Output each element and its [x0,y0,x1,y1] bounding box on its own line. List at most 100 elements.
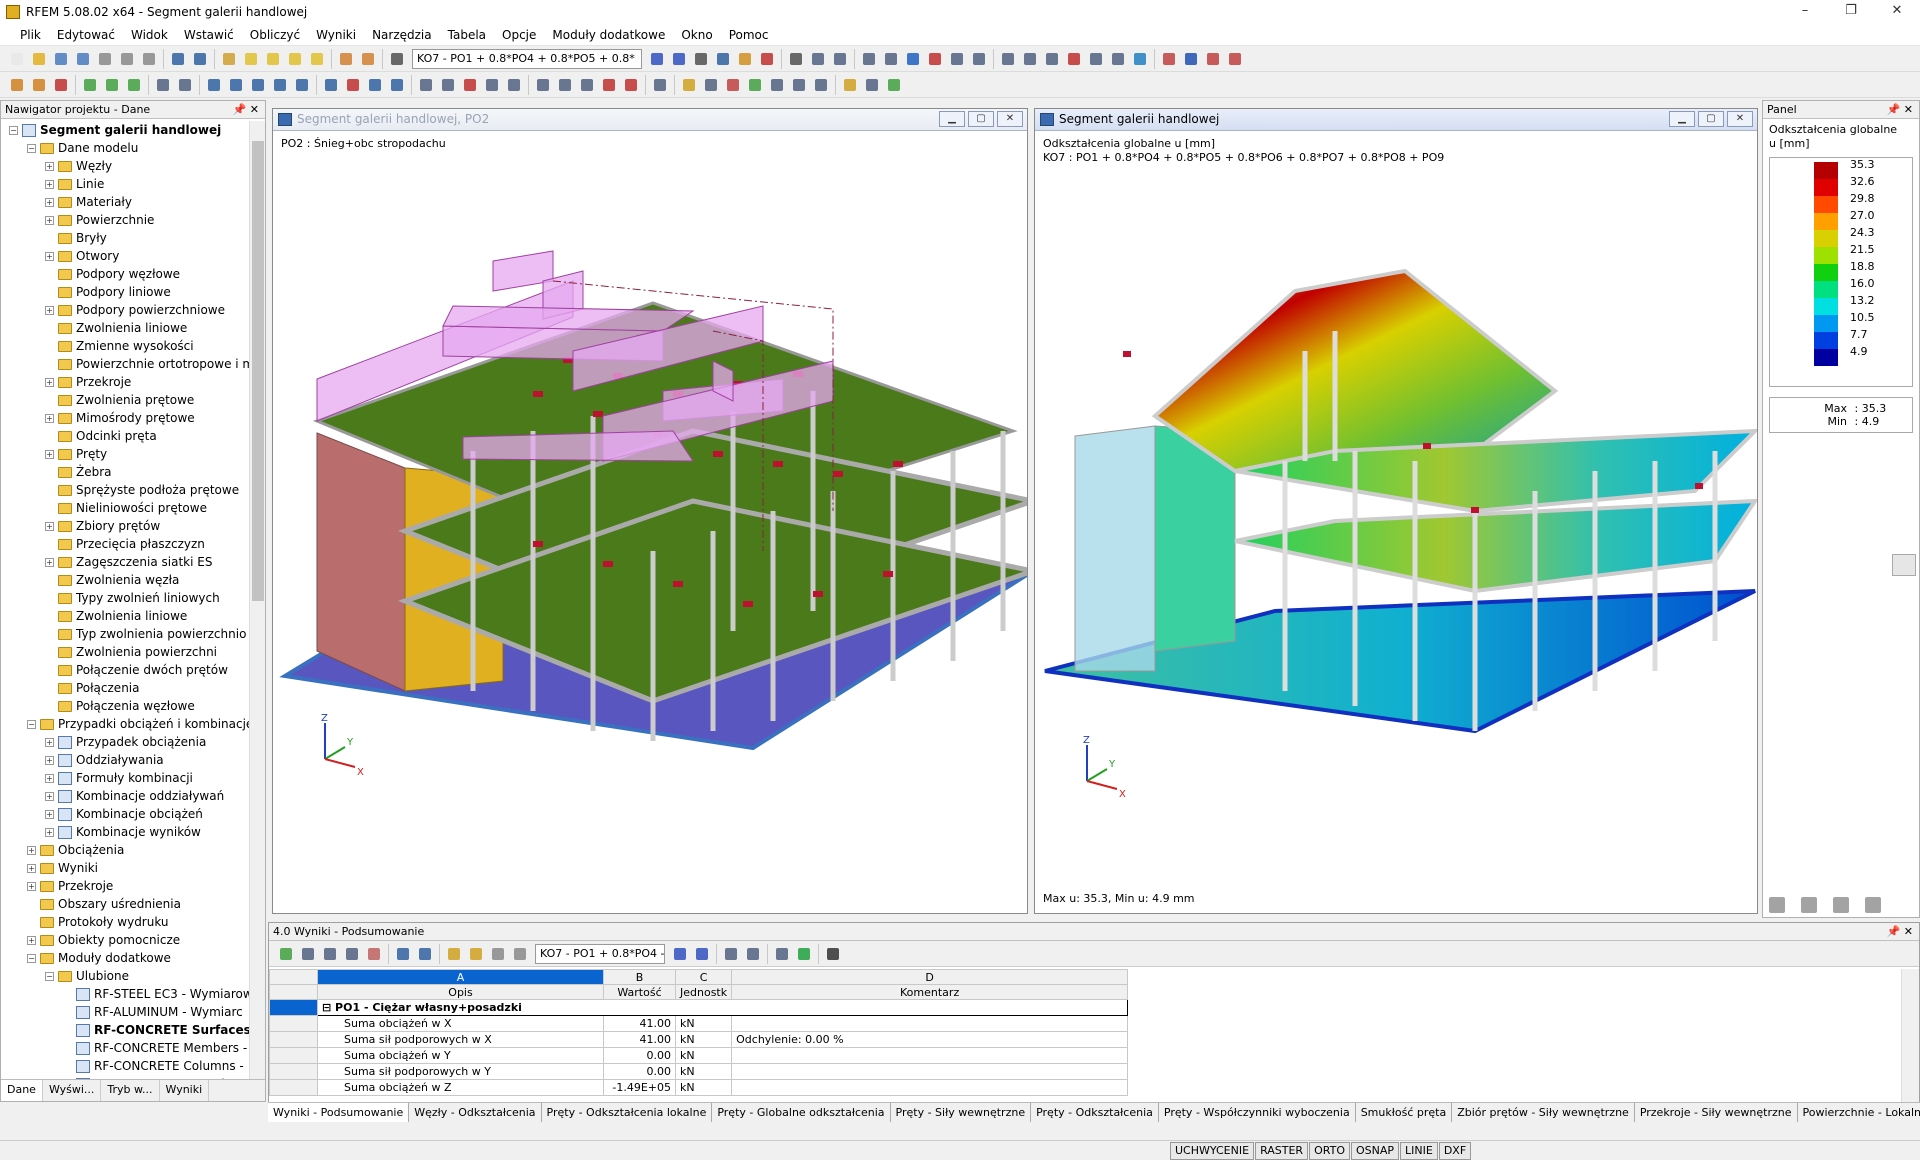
highlight-icon[interactable] [444,944,464,964]
tree-item[interactable]: Bryły [1,229,265,247]
filter-icon[interactable] [298,944,318,964]
legend-icon[interactable] [1865,897,1881,913]
tree-item[interactable]: + Otwory [1,247,265,265]
tab-wyniki[interactable]: Wyniki [160,1080,210,1101]
previous-case-icon[interactable] [670,944,690,964]
node-icon[interactable] [7,75,27,95]
tree-item[interactable]: Podpory liniowe [1,283,265,301]
window-icon[interactable] [307,49,327,69]
save-all-icon[interactable] [73,49,93,69]
view-y-icon[interactable] [903,49,923,69]
tree-item[interactable]: Zwolnienia powierzchni [1,643,265,661]
open-folder-icon[interactable] [29,49,49,69]
expand-toggle-icon[interactable]: − [45,971,54,981]
tree-item[interactable]: Zmienne wysokości [1,337,265,355]
expand-toggle-icon[interactable]: + [27,863,36,873]
status-dxf[interactable]: DXF [1438,1142,1472,1160]
menu-opcje[interactable]: Opcje [494,28,544,42]
table-row[interactable]: Suma obciążeń w Y 0.00 kN [269,1047,1129,1064]
menu-narzedzia[interactable]: Narzędzia [364,28,440,42]
save-icon[interactable] [51,49,71,69]
display-options-icon[interactable] [650,75,670,95]
move-icon[interactable] [1042,49,1062,69]
calculator-icon[interactable] [823,944,843,964]
view-canvas[interactable]: Odkształcenia globalne u [mm] KO7 : PO1 … [1035,131,1757,913]
check-icon[interactable] [884,75,904,95]
tree-item[interactable]: − Segment galerii handlowej [1,121,265,139]
eye-icon[interactable] [735,49,755,69]
link-icon[interactable] [1203,49,1223,69]
wireframe-icon[interactable] [599,75,619,95]
load-case-icon[interactable] [226,75,246,95]
table-export-icon[interactable] [276,944,296,964]
measure-icon[interactable] [416,75,436,95]
expand-toggle-icon[interactable]: + [45,197,54,207]
colors-icon[interactable] [621,75,641,95]
tree-item[interactable]: + Kombinacje obciążeń [1,805,265,823]
table-view-icon[interactable] [811,75,831,95]
table-toggle-icon[interactable] [358,49,378,69]
line-load-icon[interactable] [270,75,290,95]
tree-item[interactable]: Zwolnienia liniowe [1,607,265,625]
view-maximize-button[interactable]: ▢ [1698,111,1724,127]
close-button[interactable]: ✕ [1874,0,1920,24]
tree-item[interactable]: + Formuły kombinacji [1,769,265,787]
tree-item[interactable]: + Obciążenia [1,841,265,859]
tree-item[interactable]: + Kombinacje wyników [1,823,265,841]
expand-toggle-icon[interactable]: + [45,737,54,747]
group-row[interactable]: ⊟ PO1 - Ciężar własny+posadzki [269,999,1129,1016]
tree-item[interactable]: Typ zwolnienia powierzchnio [1,625,265,643]
mesh-view-icon[interactable] [789,75,809,95]
tree-item[interactable]: + Pręty [1,445,265,463]
menu-okno[interactable]: Okno [673,28,720,42]
row-header[interactable] [269,999,318,1016]
status-raster[interactable]: RASTER [1255,1142,1309,1160]
results-tab[interactable]: Wyniki - Podsumowanie [268,1103,410,1122]
filter-icon[interactable] [1833,897,1849,913]
edit-icon[interactable] [219,49,239,69]
load-icon[interactable] [204,75,224,95]
model-view-results[interactable]: Segment galerii handlowej ▁ ▢ ✕ Odkształ… [1034,108,1758,914]
view-x-icon[interactable] [881,49,901,69]
view-minimize-button[interactable]: ▁ [1669,111,1695,127]
color-legend[interactable]: 35.3 32.6 29.8 27.0 24.3 21.5 18.8 16.0 13.2 10.5… [1769,157,1913,387]
tree-item[interactable]: Połączenia [1,679,265,697]
deformation-icon[interactable] [767,75,787,95]
expand-toggle-icon[interactable]: + [45,521,54,531]
redo-icon[interactable] [190,49,210,69]
isolines-icon[interactable] [701,75,721,95]
tree-item[interactable]: + Przekroje [1,877,265,895]
results-tab[interactable]: Pręty - Współczynniki wyboczenia [1159,1103,1356,1122]
results-tab[interactable]: Zbiór prętów - Siły wewnętrzne [1452,1103,1635,1122]
target-icon[interactable] [263,49,283,69]
status-osnap[interactable]: OSNAP [1350,1142,1400,1160]
tab-wyswietlanie[interactable]: Wyświ... [43,1080,102,1101]
brush-icon[interactable] [862,75,882,95]
next-icon[interactable] [415,944,435,964]
menu-tabela[interactable]: Tabela [440,28,494,42]
dimension-icon[interactable] [438,75,458,95]
animation-icon[interactable] [757,49,777,69]
maximize-button[interactable]: ❐ [1828,0,1874,24]
pin-icon[interactable]: 📌 ✕ [1887,923,1913,940]
minimize-button[interactable]: – [1782,0,1828,24]
search-icon[interactable] [743,944,763,964]
tree-item[interactable]: Odcinki pręta [1,427,265,445]
tree-item[interactable]: Obszary uśrednienia [1,895,265,913]
results-tab[interactable]: Pręty - Siły wewnętrzne [891,1103,1032,1122]
status-uchwycenie[interactable]: UCHWYCENIE [1170,1142,1255,1160]
previous-icon[interactable] [393,944,413,964]
deformation-model-svg[interactable]: Z Y X [1035,131,1757,913]
filter-results-icon[interactable] [721,944,741,964]
tree-item[interactable]: + Obiekty pomocnicze [1,931,265,949]
tree-item[interactable]: Protokoły wydruku [1,913,265,931]
pan-icon[interactable] [285,49,305,69]
col-header-jednostka[interactable]: Jednostk [674,984,733,1000]
view-minimize-button[interactable]: ▁ [939,111,965,127]
col-letter-c[interactable]: C [674,969,733,985]
print-icon[interactable] [95,49,115,69]
cursor-icon[interactable] [1225,49,1245,69]
row-header[interactable] [269,1015,318,1032]
select-icon[interactable] [998,49,1018,69]
surface-icon[interactable] [80,75,100,95]
